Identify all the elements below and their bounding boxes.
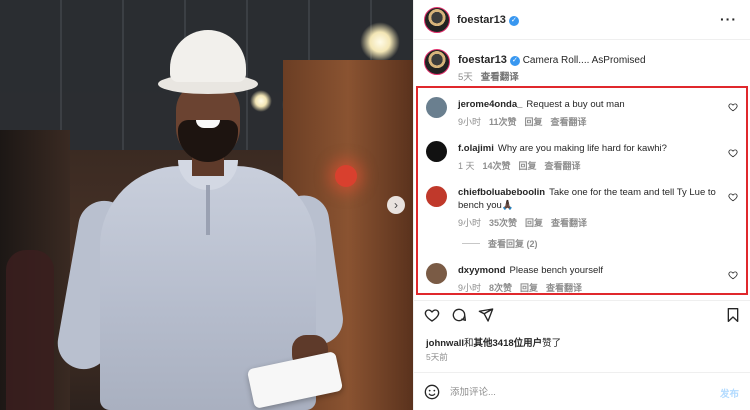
author-avatar[interactable] xyxy=(424,7,450,33)
reply-button[interactable]: 回复 xyxy=(525,117,543,127)
heart-icon[interactable] xyxy=(728,270,738,280)
comments-highlight: jerome4onda_ Request a buy out man 9小时 11次… xyxy=(416,86,748,295)
comment-likes[interactable]: 11次赞 xyxy=(489,117,517,127)
commenter-username[interactable]: chiefboluabeboolin xyxy=(458,187,545,198)
verified-icon: ✓ xyxy=(509,56,520,66)
carousel-next-icon[interactable]: › xyxy=(387,196,405,214)
comment-body: chiefboluabeboolin Take one for the team … xyxy=(458,186,720,212)
heart-icon[interactable] xyxy=(728,192,738,202)
comment-likes[interactable]: 14次赞 xyxy=(483,161,511,171)
comment-meta: 9小时 8次赞 回复 查看翻译 xyxy=(458,281,590,294)
translate-link[interactable]: 查看翻译 xyxy=(546,283,582,293)
comment-time: 1 天 xyxy=(458,161,475,171)
caption-avatar[interactable] xyxy=(424,49,450,75)
author-username-text[interactable]: foestar13 xyxy=(457,14,506,26)
comment-input[interactable] xyxy=(450,383,690,401)
comment-item: dxyymond Please bench yourself 9小时 8次赞 回复 查看… xyxy=(418,260,746,294)
heart-icon[interactable] xyxy=(728,102,738,112)
comment-item: chiefboluabeboolin Take one for the team … xyxy=(418,182,746,250)
reply-button[interactable]: 回复 xyxy=(525,218,543,228)
verified-icon: ✓ xyxy=(508,16,519,26)
commenter-avatar[interactable] xyxy=(426,186,447,207)
publish-button[interactable]: 发布 xyxy=(720,386,739,400)
heart-icon[interactable] xyxy=(728,148,738,158)
other-likers[interactable]: 其他3418位用户 xyxy=(474,338,543,349)
translate-link[interactable]: 查看翻译 xyxy=(481,72,519,83)
translate-link[interactable]: 查看翻译 xyxy=(551,117,587,127)
replies-divider xyxy=(462,243,480,244)
view-replies-button[interactable]: 查看回复 (2) xyxy=(462,237,538,250)
reply-button[interactable]: 回复 xyxy=(519,161,537,171)
bucket-hat xyxy=(170,30,246,82)
comment-meta: 1 天 14次赞 回复 查看翻译 xyxy=(458,159,589,172)
comment-meta: 9小时 35次赞 回复 查看翻译 xyxy=(458,216,595,229)
post-panel: foestar13 ✓ ··· foestar13 ✓ Camera Roll...… xyxy=(413,0,750,410)
caption-time: 5天 xyxy=(458,72,473,83)
likes-suffix: 赞了 xyxy=(542,338,562,349)
caption-row: foestar13 ✓ Camera Roll.... AsPromised 5天… xyxy=(414,46,750,83)
comment-likes[interactable]: 35次赞 xyxy=(489,218,517,228)
comment-item: jerome4onda_ Request a buy out man 9小时 11次… xyxy=(418,94,746,134)
comment-item: f.olajimi Why are you making life hard fo… xyxy=(418,138,746,178)
post-header: foestar13 ✓ ··· xyxy=(414,0,750,40)
comment-text: Please bench yourself xyxy=(509,265,603,276)
translate-link[interactable]: 查看翻译 xyxy=(551,218,587,228)
comment-body: jerome4onda_ Request a buy out man xyxy=(458,98,720,111)
heart-icon[interactable] xyxy=(424,307,440,323)
comment-time: 9小时 xyxy=(458,117,482,127)
caption-meta: 5天 查看翻译 xyxy=(458,69,519,83)
commenter-avatar[interactable] xyxy=(426,97,447,118)
emoji-icon[interactable] xyxy=(424,384,440,400)
post-photo[interactable]: › xyxy=(0,0,413,410)
author-username[interactable]: foestar13 ✓ xyxy=(457,14,519,26)
comment-meta: 9小时 11次赞 回复 查看翻译 xyxy=(458,115,595,128)
comment-body: f.olajimi Why are you making life hard fo… xyxy=(458,142,720,155)
more-icon[interactable]: ··· xyxy=(720,11,737,27)
likes-connector: 和 xyxy=(464,338,474,349)
likes-summary: johnwall和其他3418位用户赞了 xyxy=(426,335,561,349)
post-date: 5天前 xyxy=(426,352,448,362)
comment-icon[interactable] xyxy=(451,307,467,323)
caption-text: Camera Roll.... AsPromised xyxy=(522,55,646,66)
caption-username[interactable]: foestar13 xyxy=(458,54,507,66)
comment-time: 9小时 xyxy=(458,218,482,228)
reply-button[interactable]: 回复 xyxy=(520,283,538,293)
commenter-username[interactable]: jerome4onda_ xyxy=(458,99,522,110)
liker-username[interactable]: johnwall xyxy=(426,338,464,349)
comment-text: Why are you making life hard for kawhi? xyxy=(497,143,667,154)
commenter-avatar[interactable] xyxy=(426,263,447,284)
caption: foestar13 ✓ Camera Roll.... AsPromised xyxy=(458,54,646,66)
translate-link[interactable]: 查看翻译 xyxy=(545,161,581,171)
share-icon[interactable] xyxy=(478,307,494,323)
commenter-username[interactable]: f.olajimi xyxy=(458,143,494,154)
commenter-username[interactable]: dxyymond xyxy=(458,265,506,276)
background-person xyxy=(6,250,54,410)
action-bar xyxy=(414,300,750,328)
comment-time: 9小时 xyxy=(458,283,482,293)
player-zip xyxy=(206,185,210,235)
comment-text: Request a buy out man xyxy=(526,99,625,110)
comment-likes[interactable]: 8次赞 xyxy=(489,283,512,293)
bookmark-icon[interactable] xyxy=(725,307,741,323)
comment-body: dxyymond Please bench yourself xyxy=(458,264,720,277)
view-replies-label[interactable]: 查看回复 (2) xyxy=(488,239,538,249)
ceiling-light xyxy=(360,22,400,62)
commenter-avatar[interactable] xyxy=(426,141,447,162)
player-figure xyxy=(53,20,347,410)
comment-composer: 发布 xyxy=(414,372,750,410)
